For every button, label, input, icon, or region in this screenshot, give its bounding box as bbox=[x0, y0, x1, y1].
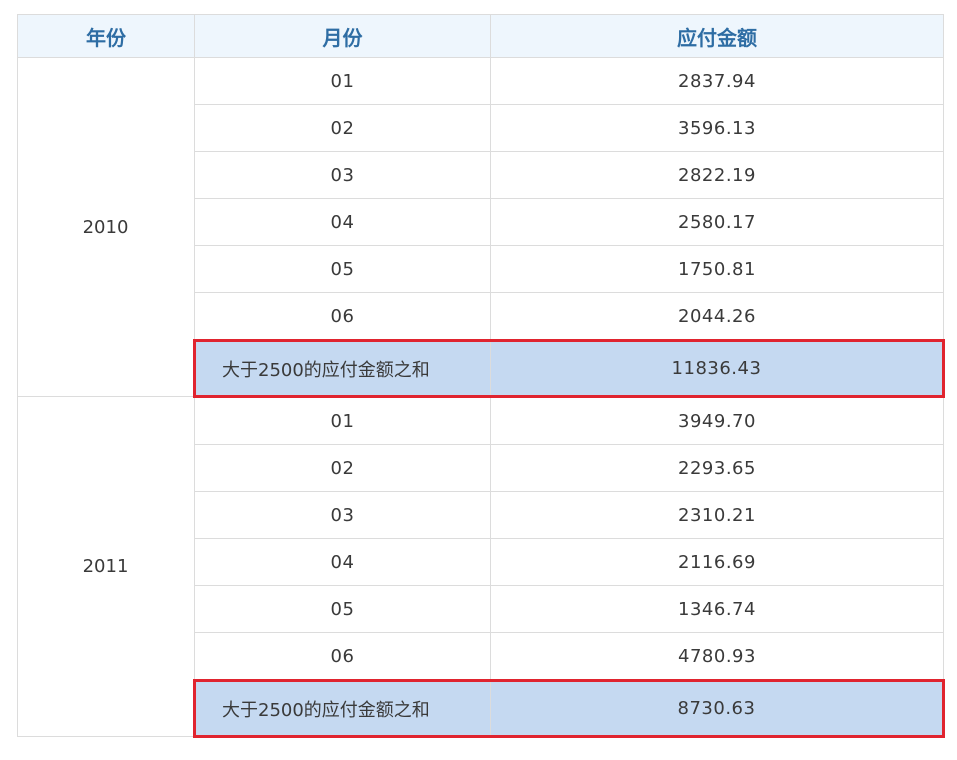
amount-cell: 3596.13 bbox=[490, 104, 944, 152]
year-cell-2011: 2011 bbox=[17, 396, 195, 737]
amount-cell: 2044.26 bbox=[490, 292, 944, 341]
amount-cell: 4780.93 bbox=[490, 632, 944, 681]
month-cell: 02 bbox=[194, 444, 491, 492]
month-cell: 04 bbox=[194, 198, 491, 246]
amount-cell: 2837.94 bbox=[490, 57, 944, 105]
amount-cell: 1750.81 bbox=[490, 245, 944, 293]
month-cell: 01 bbox=[194, 396, 491, 445]
month-cell: 02 bbox=[194, 104, 491, 152]
month-cell: 03 bbox=[194, 491, 491, 539]
amount-cell: 2822.19 bbox=[490, 151, 944, 199]
amount-cell: 3949.70 bbox=[490, 396, 944, 445]
sum-label: 大于2500的应付金额之和 bbox=[193, 339, 491, 398]
header-year: 年份 bbox=[17, 14, 195, 58]
amount-cell: 2310.21 bbox=[490, 491, 944, 539]
sum-label: 大于2500的应付金额之和 bbox=[193, 679, 491, 738]
sum-value: 11836.43 bbox=[490, 339, 945, 398]
header-month: 月份 bbox=[194, 14, 491, 58]
month-cell: 06 bbox=[194, 292, 491, 341]
month-cell: 06 bbox=[194, 632, 491, 681]
sum-value: 8730.63 bbox=[490, 679, 945, 738]
month-cell: 05 bbox=[194, 585, 491, 633]
amount-cell: 2293.65 bbox=[490, 444, 944, 492]
month-cell: 05 bbox=[194, 245, 491, 293]
month-cell: 01 bbox=[194, 57, 491, 105]
payables-report: 年份 月份 应付金额 2010 01 2837.94 02 3596.13 03… bbox=[17, 14, 945, 738]
amount-cell: 2580.17 bbox=[490, 198, 944, 246]
amount-cell: 2116.69 bbox=[490, 538, 944, 586]
month-cell: 03 bbox=[194, 151, 491, 199]
header-row: 年份 月份 应付金额 bbox=[17, 14, 944, 58]
month-cell: 04 bbox=[194, 538, 491, 586]
table-row: 2011 01 3949.70 bbox=[17, 396, 944, 737]
table-row: 2010 01 2837.94 bbox=[17, 57, 944, 397]
payables-table: 年份 月份 应付金额 2010 01 2837.94 02 3596.13 03… bbox=[17, 14, 945, 738]
header-amount: 应付金额 bbox=[490, 14, 944, 58]
amount-cell: 1346.74 bbox=[490, 585, 944, 633]
year-cell-2010: 2010 bbox=[17, 57, 195, 397]
